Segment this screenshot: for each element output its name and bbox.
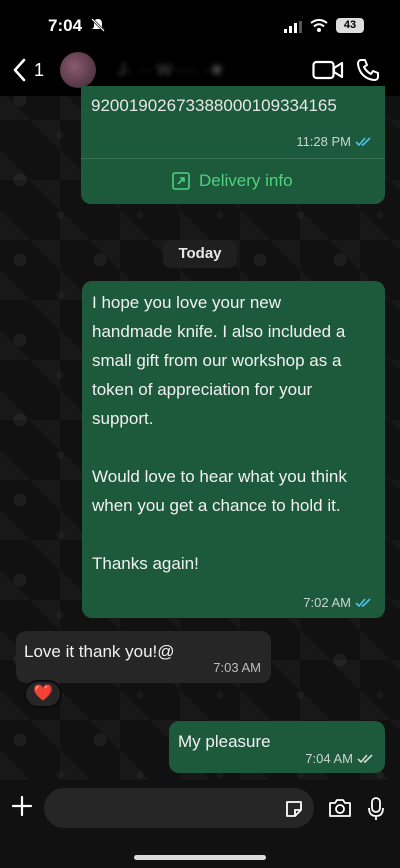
- bell-slash-icon: [90, 18, 106, 37]
- external-link-icon: [172, 172, 190, 190]
- message-time: 7:02 AM: [303, 595, 351, 610]
- avatar[interactable]: [60, 52, 96, 88]
- status-time: 7:04: [48, 16, 83, 35]
- sticker-icon[interactable]: [284, 799, 304, 824]
- message-bubble-outgoing[interactable]: My pleasure 7:04 AM: [169, 721, 385, 773]
- message-input[interactable]: [44, 788, 314, 828]
- plus-icon[interactable]: [10, 794, 34, 823]
- tracking-number: 9200190267338800010933416​5: [91, 96, 337, 115]
- signal-icon: [284, 20, 304, 38]
- message-meta: 7:04 AM: [305, 751, 375, 766]
- heart-reaction[interactable]: ❤️: [24, 680, 62, 708]
- home-indicator: [134, 855, 266, 860]
- message-meta: 11:28 PM: [296, 134, 373, 149]
- message-time: 7:03 AM: [213, 660, 261, 675]
- message-bubble-outgoing[interactable]: I hope you love your new handmade knife.…: [82, 281, 385, 618]
- unread-count[interactable]: 1: [34, 60, 44, 81]
- delivered-receipt-icon: [357, 754, 373, 764]
- message-text: I hope you love your new handmade knife.…: [92, 293, 347, 573]
- microphone-icon[interactable]: [366, 796, 386, 827]
- message-meta: 7:02 AM: [303, 595, 373, 610]
- camera-icon[interactable]: [328, 798, 352, 823]
- video-call-icon[interactable]: [312, 59, 344, 86]
- message-bubble-outgoing[interactable]: 9200190267338800010933416​5 11:28 PM Del…: [81, 86, 385, 204]
- message-bubble-incoming[interactable]: Love it thank you!@ 7:03 AM: [16, 631, 271, 683]
- delivery-info-label: Delivery info: [199, 171, 293, 190]
- contact-name[interactable]: J· ·· W···· ·❀: [118, 60, 224, 80]
- message-meta: 7:03 AM: [213, 660, 261, 675]
- read-receipt-icon: [355, 598, 371, 608]
- date-divider: Today: [163, 240, 237, 268]
- delivery-info-link[interactable]: Delivery info: [171, 171, 293, 191]
- bubble-divider: [81, 158, 385, 159]
- back-chevron-icon[interactable]: [12, 58, 26, 87]
- message-time: 11:28 PM: [296, 134, 351, 149]
- battery-indicator: 43: [336, 18, 364, 33]
- wifi-icon: [310, 19, 328, 37]
- status-bar: 7:04 43: [0, 0, 400, 44]
- phone-call-icon[interactable]: [356, 58, 380, 87]
- message-time: 7:04 AM: [305, 751, 353, 766]
- read-receipt-icon: [355, 137, 371, 147]
